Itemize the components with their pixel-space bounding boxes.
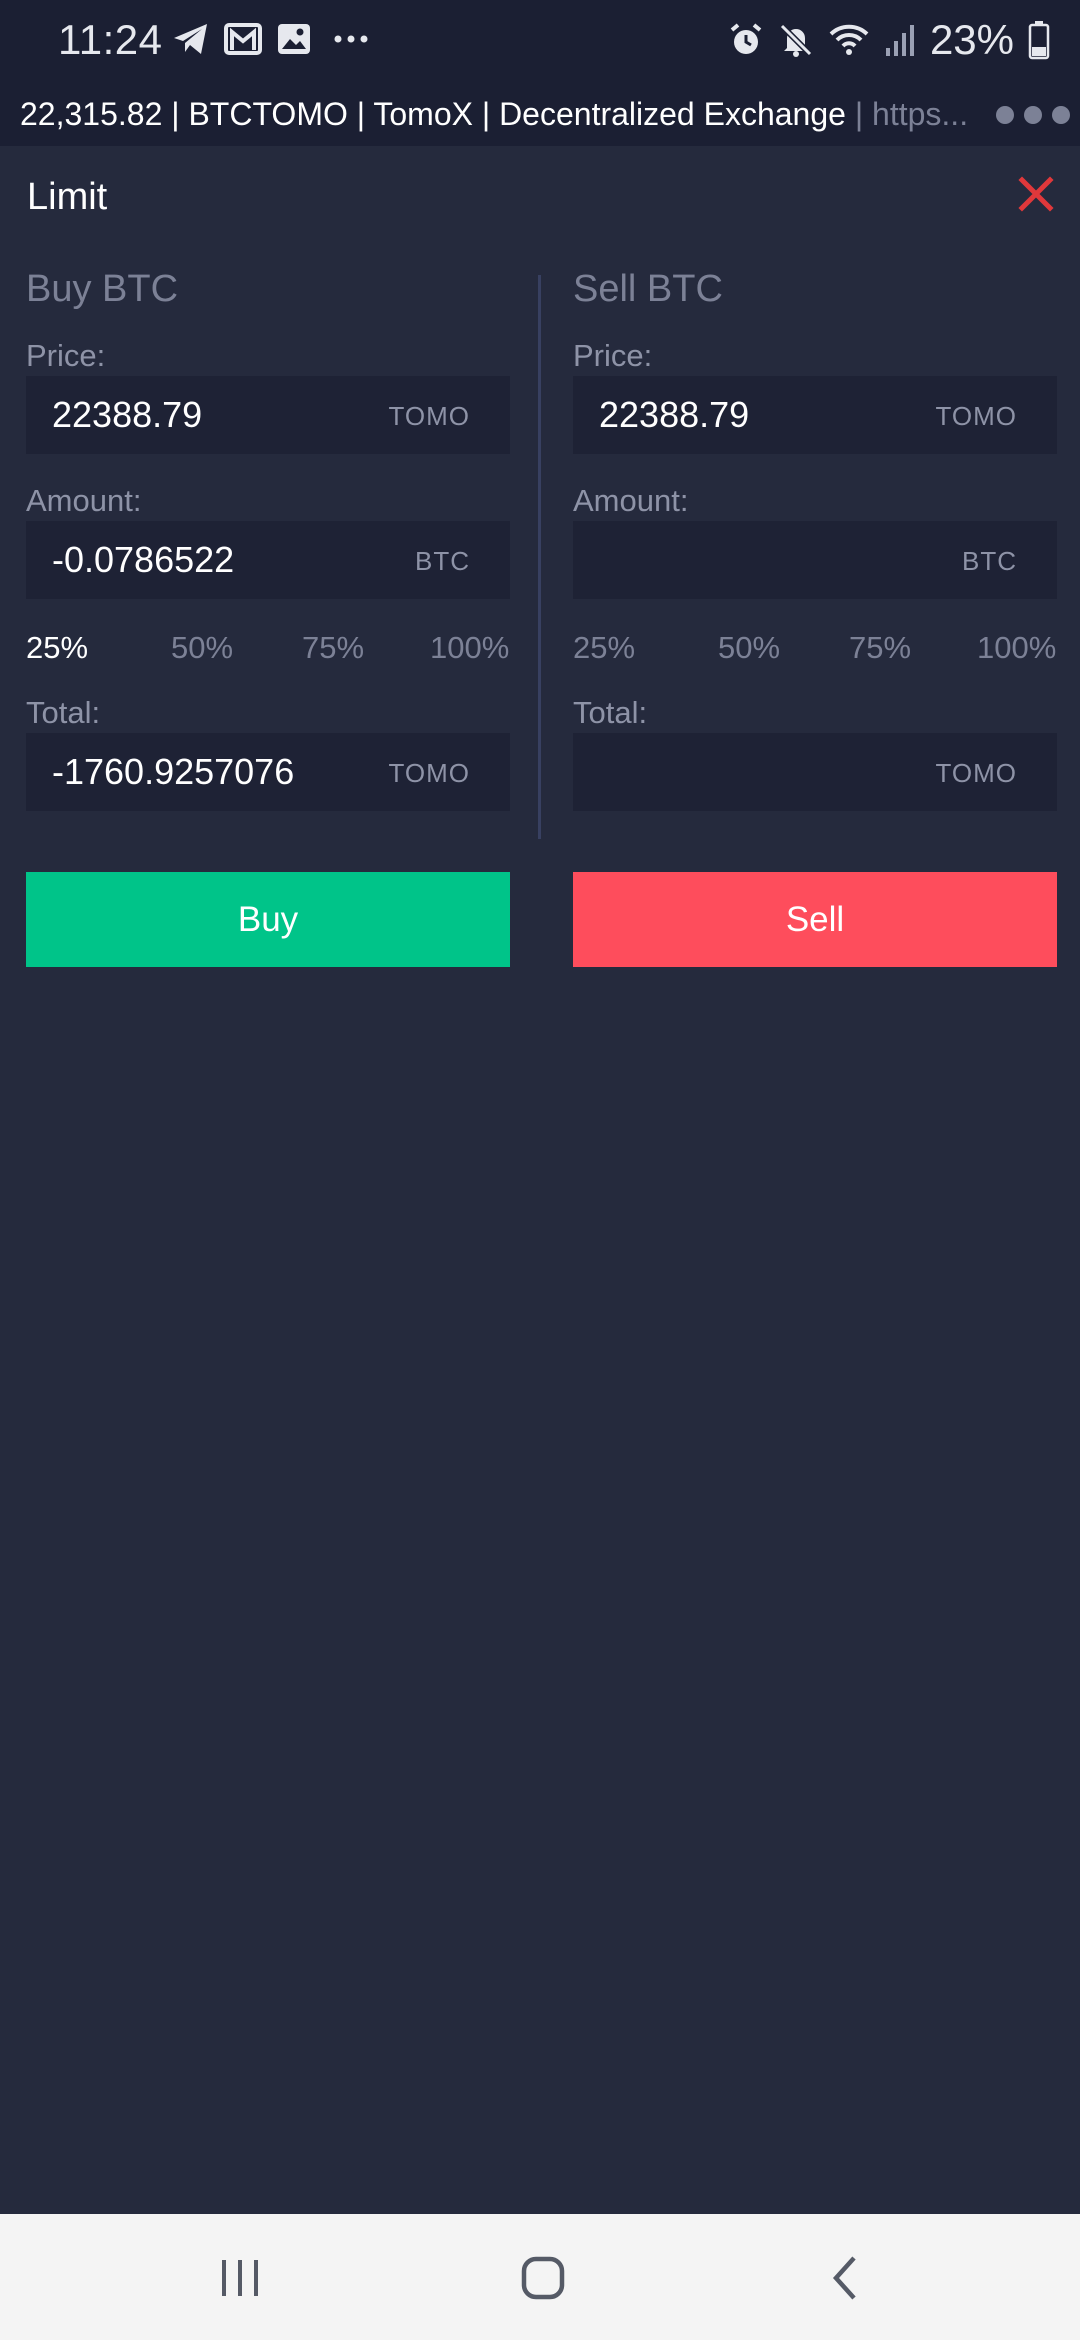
- sell-total-unit: TOMO: [935, 758, 1017, 788]
- sell-percent-100[interactable]: 100%: [977, 630, 1056, 666]
- wifi-icon: [829, 24, 869, 55]
- buy-percent-25[interactable]: 25%: [26, 630, 88, 666]
- sell-percent-50[interactable]: 50%: [718, 630, 780, 666]
- buy-price-value: 22388.79: [52, 394, 203, 435]
- status-system-icons: 23%: [728, 16, 1050, 64]
- column-divider: [538, 275, 541, 839]
- gmail-icon: [224, 23, 262, 55]
- home-icon: [521, 2256, 565, 2300]
- sell-button[interactable]: Sell: [573, 872, 1057, 967]
- sell-price-input[interactable]: 22388.79 TOMO: [573, 376, 1057, 454]
- sell-heading: Sell BTC: [573, 268, 723, 310]
- buy-total-input[interactable]: -1760.9257076 TOMO: [26, 733, 510, 811]
- sell-price-value: 22388.79: [599, 394, 750, 435]
- telegram-icon: [174, 24, 207, 54]
- url-domain: | https...: [854, 96, 969, 132]
- buy-percent-75[interactable]: 75%: [302, 630, 364, 666]
- buy-total-label: Total:: [26, 695, 101, 730]
- recent-apps-icon: [222, 2260, 258, 2296]
- system-nav-bar: [0, 2214, 1080, 2340]
- buy-total-unit: TOMO: [388, 758, 470, 788]
- battery-percent: 23%: [929, 16, 1014, 63]
- buy-amount-unit: BTC: [415, 546, 470, 576]
- status-notification-icons: [172, 22, 376, 56]
- buy-percent-100[interactable]: 100%: [430, 630, 509, 666]
- sell-amount-unit: BTC: [962, 546, 1017, 576]
- buy-price-input[interactable]: 22388.79 TOMO: [26, 376, 510, 454]
- page-title-text: 22,315.82 | BTCTOMO | TomoX | Decentrali…: [20, 96, 969, 132]
- sell-amount-label: Amount:: [573, 483, 689, 518]
- back-icon: [832, 2256, 856, 2300]
- sell-total-label: Total:: [573, 695, 648, 730]
- sell-amount-input[interactable]: BTC: [573, 521, 1057, 599]
- mute-icon: [779, 23, 813, 57]
- buy-amount-input[interactable]: -0.0786522 BTC: [26, 521, 510, 599]
- alarm-icon: [730, 23, 762, 54]
- browser-title-bar[interactable]: 22,315.82 | BTCTOMO | TomoX | Decentrali…: [0, 84, 1080, 146]
- status-bar: 11:24 23%: [0, 0, 1080, 84]
- sell-total-input[interactable]: TOMO: [573, 733, 1057, 811]
- back-button[interactable]: [796, 2246, 896, 2310]
- buy-heading: Buy BTC: [26, 268, 179, 310]
- buy-percent-50[interactable]: 50%: [171, 630, 233, 666]
- signal-icon: [885, 25, 914, 56]
- buy-total-value: -1760.9257076: [52, 751, 295, 792]
- buy-amount-value: -0.0786522: [52, 539, 235, 580]
- buy-button[interactable]: Buy: [26, 872, 510, 967]
- battery-icon: [1028, 21, 1050, 60]
- browser-menu-icon[interactable]: [996, 106, 1070, 124]
- home-button[interactable]: [493, 2246, 593, 2310]
- recent-apps-button[interactable]: [190, 2246, 290, 2310]
- buy-amount-label: Amount:: [26, 483, 142, 518]
- buy-price-label: Price:: [26, 338, 106, 373]
- gallery-icon: [278, 24, 310, 54]
- panel-title: Limit: [27, 176, 108, 218]
- buy-price-unit: TOMO: [388, 401, 470, 431]
- sell-percent-25[interactable]: 25%: [573, 630, 635, 666]
- sell-percent-75[interactable]: 75%: [849, 630, 911, 666]
- status-time: 11:24: [58, 16, 163, 63]
- sell-price-unit: TOMO: [935, 401, 1017, 431]
- sell-price-label: Price:: [573, 338, 653, 373]
- more-dots-icon: [334, 35, 368, 43]
- close-icon[interactable]: [1014, 172, 1058, 216]
- buy-percent-row: 25% 50% 75% 100%: [26, 630, 510, 670]
- sell-percent-row: 25% 50% 75% 100%: [573, 630, 1057, 670]
